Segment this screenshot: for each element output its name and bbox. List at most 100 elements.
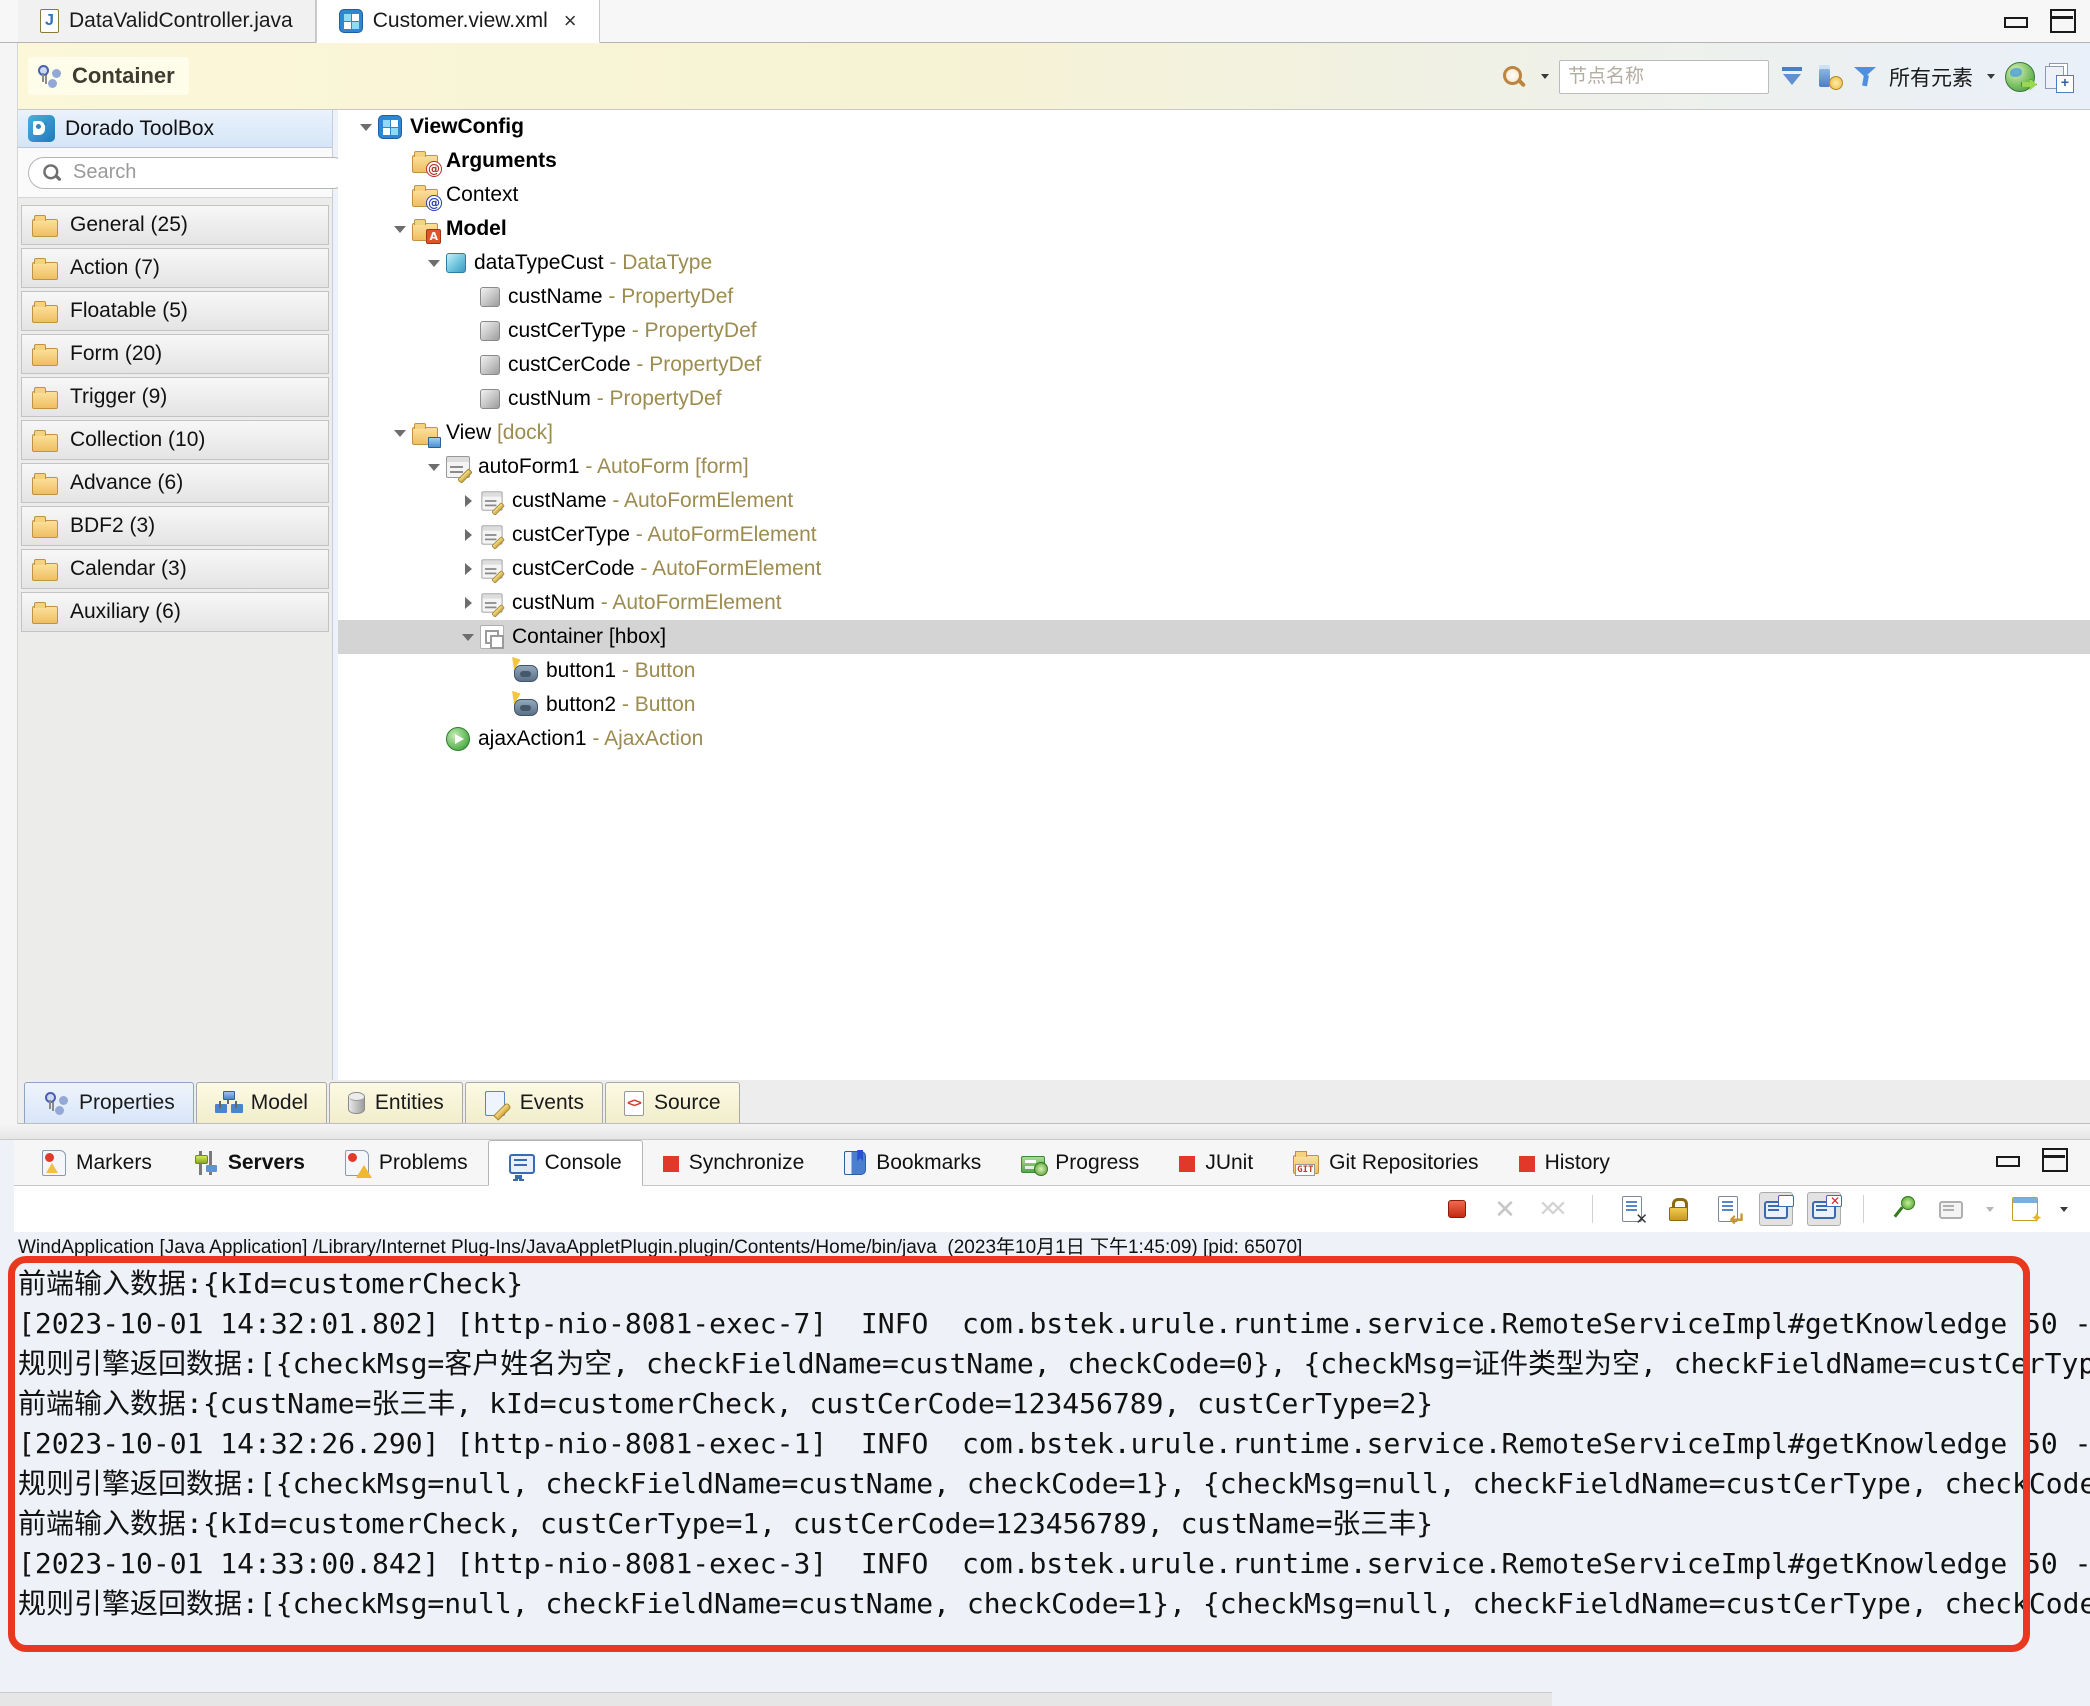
category-floatable[interactable]: Floatable (5)	[21, 291, 329, 331]
content-assist-icon[interactable]	[1817, 64, 1843, 90]
show-stderr-icon[interactable]: ✕	[1807, 1192, 1841, 1226]
pin-console-icon[interactable]	[1886, 1192, 1920, 1226]
tab-history[interactable]: History	[1499, 1140, 1630, 1185]
chevron-right-icon[interactable]	[456, 484, 480, 518]
show-stdout-icon[interactable]	[1759, 1192, 1793, 1226]
chevron-down-icon[interactable]	[1541, 74, 1549, 79]
chevron-down-icon[interactable]	[354, 110, 378, 144]
console-log[interactable]: 前端输入数据:{kId=customerCheck} [2023-10-01 1…	[18, 1264, 2090, 1694]
open-console-icon[interactable]	[2008, 1192, 2042, 1226]
word-wrap-icon[interactable]	[1711, 1192, 1745, 1226]
close-icon[interactable]: ×	[564, 8, 577, 34]
editor-tab-bar: DataValidController.java Customer.view.x…	[0, 0, 2090, 43]
tree-item-custnum-prop[interactable]: custNum - PropertyDef	[338, 382, 2090, 416]
breadcrumb: Container	[28, 57, 189, 95]
tab-problems[interactable]: Problems	[325, 1140, 488, 1185]
tab-progress[interactable]: Progress	[1001, 1140, 1159, 1185]
new-page-icon[interactable]	[2045, 63, 2072, 91]
red-square-icon	[1179, 1156, 1195, 1172]
tree-item-custcercode-afe[interactable]: custCerCode - AutoFormElement	[338, 552, 2090, 586]
minimize-icon[interactable]	[1996, 1156, 2020, 1167]
tree-item-context[interactable]: Context	[338, 178, 2090, 212]
chevron-down-icon[interactable]	[2060, 1207, 2068, 1212]
bottom-scrollbar-track[interactable]	[0, 1692, 1552, 1706]
sash-divider[interactable]	[0, 1124, 2090, 1140]
divider	[1863, 1195, 1864, 1223]
chevron-down-icon[interactable]	[1987, 74, 1995, 79]
tree-item-arguments[interactable]: Arguments	[338, 144, 2090, 178]
tree-item-container-hbox[interactable]: Container [hbox]	[338, 620, 2090, 654]
folder-model-icon	[412, 223, 438, 241]
scroll-lock-icon[interactable]	[1663, 1192, 1697, 1226]
clear-console-icon[interactable]	[1615, 1192, 1649, 1226]
toolbox-header: Dorado ToolBox	[18, 110, 332, 148]
tree-item-autoform1[interactable]: autoForm1 - AutoForm [form]	[338, 450, 2090, 484]
tab-console[interactable]: Console	[488, 1140, 643, 1186]
category-trigger[interactable]: Trigger (9)	[21, 377, 329, 417]
breadcrumb-label: Container	[72, 63, 175, 89]
category-collection[interactable]: Collection (10)	[21, 420, 329, 460]
category-bdf2[interactable]: BDF2 (3)	[21, 506, 329, 546]
tab-git-repositories[interactable]: Git Repositories	[1273, 1140, 1498, 1185]
terminate-icon[interactable]	[1440, 1192, 1474, 1226]
folder-icon	[32, 262, 58, 280]
chevron-down-icon[interactable]	[388, 416, 412, 450]
tab-entities[interactable]: Entities	[329, 1082, 463, 1123]
log-line: 规则引擎返回数据:[{checkMsg=null, checkFieldName…	[18, 1464, 2090, 1504]
chevron-right-icon[interactable]	[456, 586, 480, 620]
tree-item-custnum-afe[interactable]: custNum - AutoFormElement	[338, 586, 2090, 620]
chevron-down-icon[interactable]	[422, 246, 446, 280]
tree-item-ajaxaction1[interactable]: ajaxAction1 - AjaxAction	[338, 722, 2090, 756]
tab-junit[interactable]: JUnit	[1159, 1140, 1273, 1185]
collapse-all-icon[interactable]	[1779, 64, 1807, 90]
tree-item-custname-prop[interactable]: custName - PropertyDef	[338, 280, 2090, 314]
log-line: [2023-10-01 14:32:26.290] [http-nio-8081…	[18, 1424, 2090, 1464]
tab-events[interactable]: Events	[465, 1082, 603, 1123]
tab-servers[interactable]: Servers	[172, 1140, 325, 1185]
tab-synchronize[interactable]: Synchronize	[643, 1140, 825, 1185]
toolbox-search-box[interactable]	[28, 157, 349, 189]
folder-arguments-icon	[412, 155, 438, 173]
chevron-down-icon[interactable]	[388, 212, 412, 246]
refresh-globe-icon[interactable]	[2005, 62, 2035, 92]
category-auxiliary[interactable]: Auxiliary (6)	[21, 592, 329, 632]
properties-icon	[43, 1090, 69, 1116]
tab-source[interactable]: Source	[605, 1082, 740, 1123]
search-menu-icon[interactable]	[1501, 64, 1527, 90]
tab-bookmarks[interactable]: Bookmarks	[824, 1140, 1001, 1185]
tree-item-button2[interactable]: button2 - Button	[338, 688, 2090, 722]
servers-icon	[192, 1150, 218, 1176]
chevron-down-icon[interactable]	[422, 450, 446, 484]
filter-funnel-icon[interactable]	[1853, 64, 1879, 90]
category-action[interactable]: Action (7)	[21, 248, 329, 288]
tab-customer-view-xml[interactable]: Customer.view.xml ×	[316, 0, 600, 43]
chevron-right-icon[interactable]	[456, 518, 480, 552]
tree-item-custcercode-prop[interactable]: custCerCode - PropertyDef	[338, 348, 2090, 382]
tree-item-viewconfig[interactable]: ViewConfig	[338, 110, 2090, 144]
category-calendar[interactable]: Calendar (3)	[21, 549, 329, 589]
chevron-down-icon[interactable]	[456, 620, 480, 654]
tree-item-view[interactable]: View [dock]	[338, 416, 2090, 450]
category-advance[interactable]: Advance (6)	[21, 463, 329, 503]
tab-markers[interactable]: Markers	[22, 1140, 172, 1185]
tree-item-custcertype-prop[interactable]: custCerType - PropertyDef	[338, 314, 2090, 348]
category-form[interactable]: Form (20)	[21, 334, 329, 374]
tab-model[interactable]: Model	[196, 1082, 327, 1123]
filter-label[interactable]: 所有元素	[1889, 62, 1973, 92]
tree-item-model[interactable]: Model	[338, 212, 2090, 246]
maximize-icon[interactable]	[2050, 9, 2076, 33]
maximize-icon[interactable]	[2042, 1148, 2068, 1172]
tree-item-custname-afe[interactable]: custName - AutoFormElement	[338, 484, 2090, 518]
tree-item-datatypecust[interactable]: dataTypeCust - DataType	[338, 246, 2090, 280]
tree-item-button1[interactable]: button1 - Button	[338, 654, 2090, 688]
chevron-right-icon[interactable]	[456, 552, 480, 586]
tab-datavalidcontroller[interactable]: DataValidController.java	[18, 0, 316, 42]
toolbox-search-input[interactable]	[73, 161, 338, 184]
tab-properties[interactable]: Properties	[24, 1082, 194, 1123]
node-search-input[interactable]	[1559, 60, 1769, 94]
category-general[interactable]: General (25)	[21, 205, 329, 245]
folder-context-icon	[412, 189, 438, 207]
minimize-icon[interactable]	[2004, 17, 2028, 28]
autoformelement-icon	[481, 525, 502, 544]
tree-item-custcertype-afe[interactable]: custCerType - AutoFormElement	[338, 518, 2090, 552]
